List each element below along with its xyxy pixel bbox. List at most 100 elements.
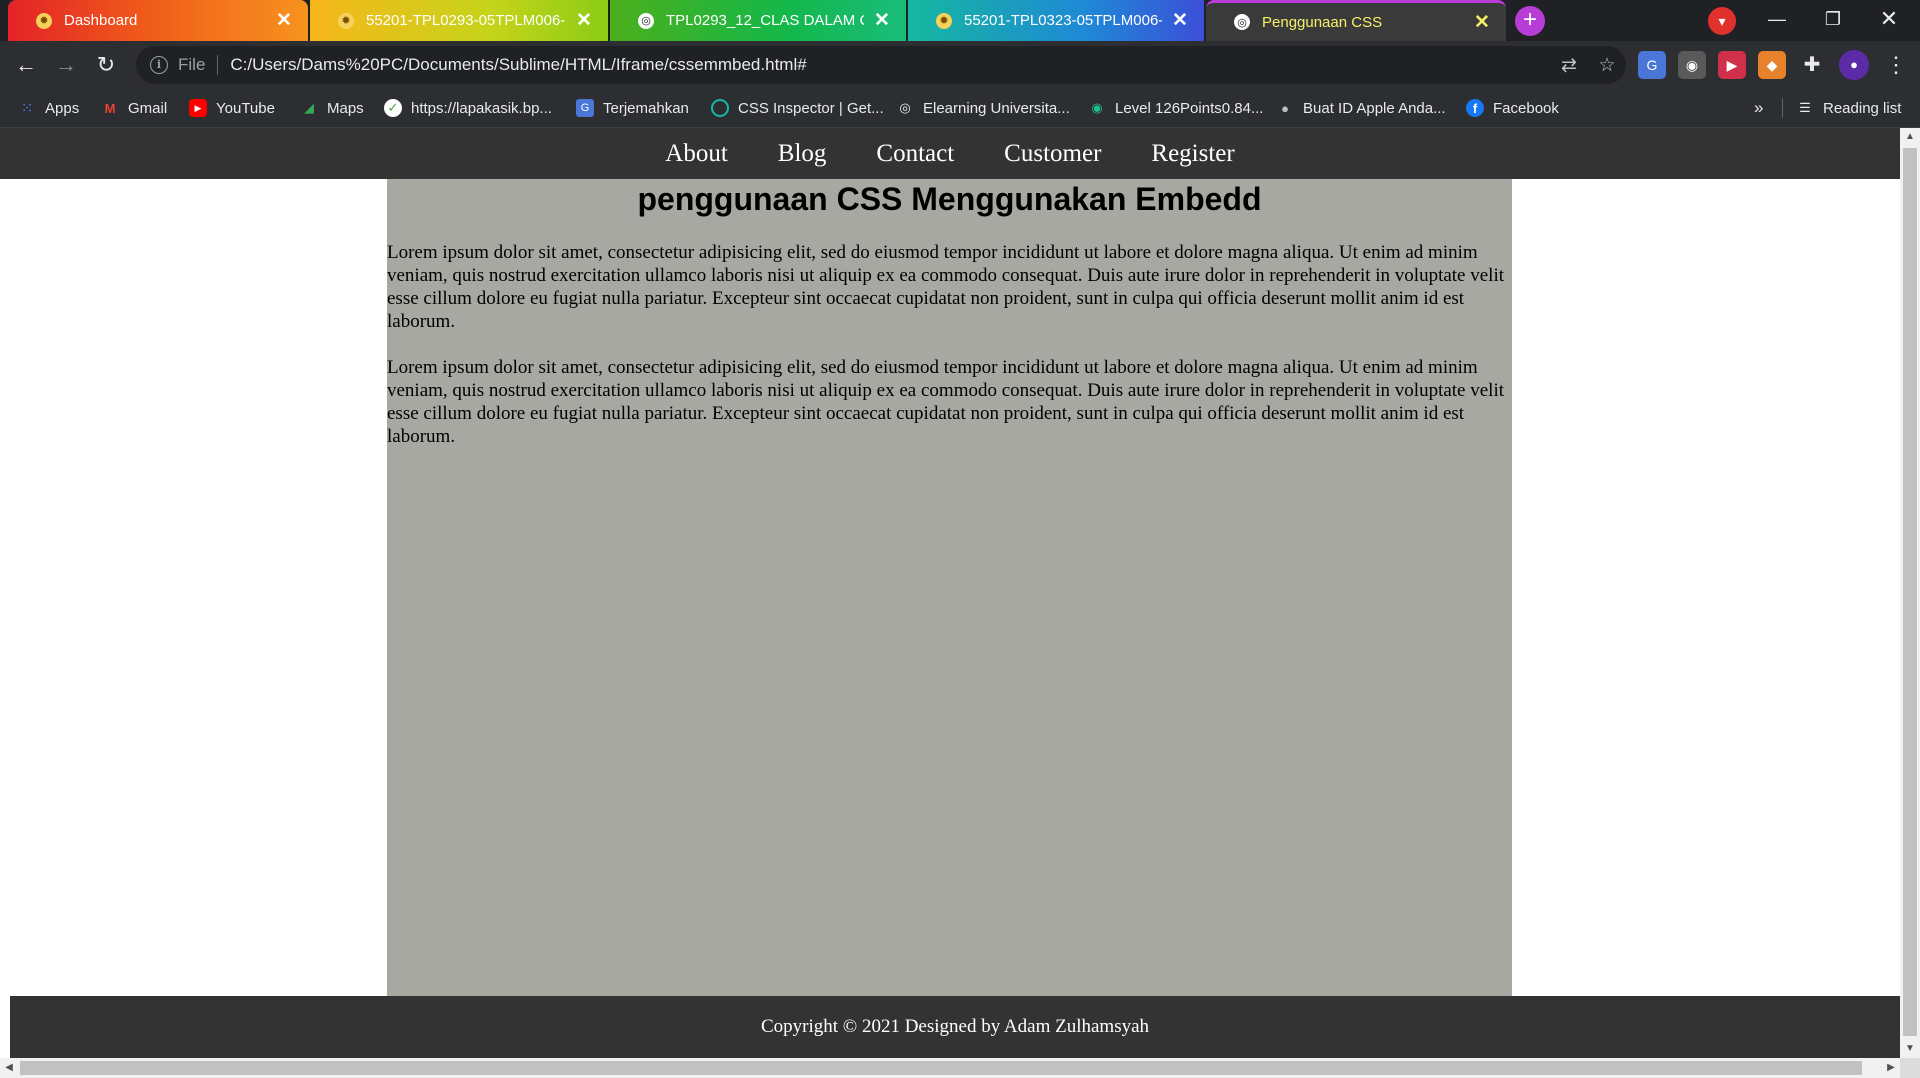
horizontal-scrollbar[interactable]: ◀ ▶ <box>0 1058 1900 1078</box>
tab-strip: ✹ Dashboard ✕ ✹ 55201-TPL0293-05TPLM006-… <box>0 0 1920 41</box>
tab-title: 55201-TPL0293-05TPLM006-2021 <box>366 12 566 29</box>
apps-grid-icon: ⁙ <box>20 100 34 117</box>
bookmark-label: Terjemahkan <box>603 99 689 117</box>
facebook-icon: f <box>1466 99 1484 117</box>
bookmark-terjemahkan[interactable]: G Terjemahkan <box>576 89 689 127</box>
bookmark-label: Gmail <box>128 99 168 117</box>
bookmark-star-icon[interactable]: ☆ <box>1588 54 1626 77</box>
scroll-up-icon[interactable]: ▲ <box>1900 128 1920 146</box>
extensions-puzzle-icon[interactable]: ✚ <box>1798 51 1826 79</box>
scroll-thumb[interactable] <box>1903 148 1917 1036</box>
scroll-right-icon[interactable]: ▶ <box>1882 1058 1900 1078</box>
globe-icon: ◎ <box>1234 14 1250 30</box>
close-icon[interactable]: ✕ <box>1472 11 1492 34</box>
bookmark-label: Buat ID Apple Anda... <box>1303 99 1446 117</box>
reading-list-label: Reading list <box>1823 99 1902 117</box>
paragraph: Lorem ipsum dolor sit amet, consectetur … <box>387 357 1505 447</box>
reload-button[interactable]: ↻ <box>88 47 124 83</box>
more-bookmarks-icon[interactable]: » <box>1754 89 1763 127</box>
tab-title: Dashboard <box>64 12 138 29</box>
scroll-down-icon[interactable]: ▼ <box>1900 1040 1920 1058</box>
bookmark-maps[interactable]: ◢ Maps <box>300 89 364 127</box>
bookmark-elearning[interactable]: ◎ Elearning Universita... <box>896 89 1070 127</box>
bookmark-css-inspector[interactable]: CSS Inspector | Get... <box>711 89 884 127</box>
bookmark-gmail[interactable]: M Gmail <box>101 89 168 127</box>
bookmark-label: Facebook <box>1493 99 1559 117</box>
seal-icon: ✹ <box>36 12 52 29</box>
green-circle-icon: ✓ <box>384 99 402 117</box>
gmail-icon: M <box>104 100 116 116</box>
scroll-left-icon[interactable]: ◀ <box>0 1058 18 1078</box>
bookmark-apple-id[interactable]: ● Buat ID Apple Anda... <box>1276 89 1446 127</box>
tab-penggunaan-css[interactable]: ◎ Penggunaan CSS ✕ <box>1206 0 1506 41</box>
spy-extension-icon[interactable]: ◉ <box>1678 51 1706 79</box>
tab-dashboard[interactable]: ✹ Dashboard ✕ <box>8 0 308 41</box>
seal-icon: ✹ <box>936 12 952 29</box>
bookmark-facebook[interactable]: f Facebook <box>1466 89 1559 127</box>
divider <box>1782 98 1783 118</box>
nav-link-blog[interactable]: Blog <box>778 140 827 168</box>
translate-page-icon[interactable]: ⇄ <box>1550 54 1588 77</box>
info-icon[interactable]: i <box>150 56 168 74</box>
tab-title: TPL0293_12_CLAS DALAM CASCA <box>666 12 864 29</box>
apple-icon: ● <box>1281 100 1289 116</box>
translate-icon: G <box>576 99 594 117</box>
bookmark-level[interactable]: ◉ Level 126Points0.84... <box>1088 89 1263 127</box>
close-icon[interactable]: ✕ <box>574 9 594 32</box>
tab-title: 55201-TPL0323-05TPLM006-2021 <box>964 12 1162 29</box>
bookmark-label: Level 126Points0.84... <box>1115 99 1264 117</box>
bookmarks-bar: ⁙ Apps M Gmail ▶ YouTube ◢ Maps ✓ https:… <box>0 89 1920 128</box>
scroll-thumb[interactable] <box>20 1061 1862 1075</box>
globe-icon: ◎ <box>899 100 911 115</box>
reading-list-icon: ☰ <box>1799 100 1811 115</box>
url-text[interactable]: C:/Users/Dams%20PC/Documents/Sublime/HTM… <box>230 55 1550 75</box>
minimize-button[interactable]: — <box>1754 0 1800 41</box>
google-translate-icon[interactable]: G <box>1638 51 1666 79</box>
close-icon[interactable]: ✕ <box>872 9 892 32</box>
bookmark-apps[interactable]: ⁙ Apps <box>18 89 80 127</box>
nav-link-contact[interactable]: Contact <box>876 140 954 168</box>
tab-class-cascade[interactable]: ◎ TPL0293_12_CLAS DALAM CASCA ✕ <box>610 0 906 41</box>
forward-button[interactable]: → <box>48 47 84 83</box>
bookmark-label: https://lapakasik.bp... <box>411 99 552 117</box>
new-tab-button[interactable]: + <box>1515 6 1545 36</box>
tab-course-tpl0293[interactable]: ✹ 55201-TPL0293-05TPLM006-2021 ✕ <box>310 0 608 41</box>
bookmark-label: Elearning Universita... <box>923 99 1070 117</box>
menu-kebab-icon[interactable]: ⋮ <box>1880 49 1912 81</box>
bookmark-label: YouTube <box>216 99 275 117</box>
address-bar[interactable]: i File C:/Users/Dams%20PC/Documents/Subl… <box>136 46 1626 84</box>
css-inspector-icon <box>711 99 729 117</box>
site-footer: Copyright © 2021 Designed by Adam Zulham… <box>10 996 1900 1058</box>
nav-link-about[interactable]: About <box>665 140 728 168</box>
restore-button[interactable]: ❐ <box>1810 0 1856 41</box>
url-scheme: File <box>178 55 206 74</box>
vertical-scrollbar[interactable]: ▲ ▼ <box>1900 128 1920 1058</box>
scrollbar-corner <box>1900 1058 1920 1078</box>
page-title: penggunaan CSS Menggunakan Embedd <box>637 181 1262 217</box>
copyright-text: Copyright © 2021 Designed by Adam Zulham… <box>760 1016 1150 1037</box>
tab-title: Penggunaan CSS <box>1262 13 1383 31</box>
main-content: penggunaan CSS Menggunakan Embedd Lorem … <box>387 179 1512 996</box>
tab-search-icon[interactable]: ▾ <box>1708 7 1736 35</box>
close-icon[interactable]: ✕ <box>274 9 294 32</box>
bookmark-label: CSS Inspector | Get... <box>738 99 884 117</box>
bookmark-lapakasik[interactable]: ✓ https://lapakasik.bp... <box>384 89 552 127</box>
nav-link-register[interactable]: Register <box>1151 140 1234 168</box>
back-button[interactable]: ← <box>8 47 44 83</box>
browser-toolbar: ← → ↻ i File C:/Users/Dams%20PC/Document… <box>0 41 1920 89</box>
seal-icon: ✹ <box>338 12 354 29</box>
tab-course-tpl0323[interactable]: ✹ 55201-TPL0323-05TPLM006-2021 ✕ <box>908 0 1204 41</box>
globe-icon: ◎ <box>638 12 654 29</box>
page-viewport: About Blog Contact Customer Register pen… <box>0 128 1900 1058</box>
avatar[interactable]: ● <box>1839 50 1869 80</box>
level-icon: ◉ <box>1091 100 1103 115</box>
reading-list-button[interactable]: ☰ Reading list <box>1796 89 1901 127</box>
bookmark-youtube[interactable]: ▶ YouTube <box>189 89 275 127</box>
close-icon[interactable]: ✕ <box>1170 9 1190 32</box>
metamask-icon[interactable]: ◆ <box>1758 51 1786 79</box>
paragraph: Lorem ipsum dolor sit amet, consectetur … <box>387 242 1505 332</box>
nav-link-customer[interactable]: Customer <box>1004 140 1101 168</box>
bookmark-label: Apps <box>45 99 80 117</box>
record-extension-icon[interactable]: ▶ <box>1718 51 1746 79</box>
window-close-button[interactable]: ✕ <box>1866 0 1912 41</box>
